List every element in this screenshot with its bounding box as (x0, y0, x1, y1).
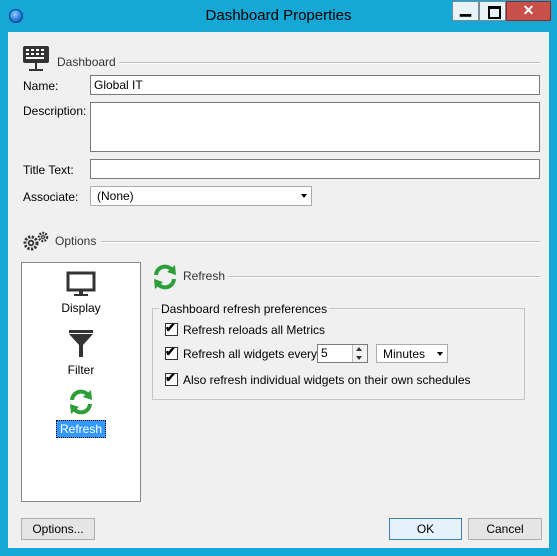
nav-item-display[interactable]: Display (22, 271, 140, 316)
dashboard-divider (119, 62, 540, 64)
stepper-up-icon[interactable] (356, 347, 362, 351)
cancel-button[interactable]: Cancel (468, 518, 542, 540)
minimize-button[interactable]: ▁ (452, 0, 479, 21)
dashboard-section-header: Dashboard (57, 55, 116, 69)
nav-item-refresh[interactable]: Refresh (22, 387, 140, 438)
options-section-header: Options (55, 234, 97, 248)
associate-label: Associate: (23, 190, 79, 204)
options-gears-icon (23, 231, 49, 251)
interval-unit-dropdown[interactable]: Minutes (376, 344, 448, 363)
refresh-panel-header: Refresh (183, 269, 226, 283)
nav-display-label: Display (61, 301, 101, 315)
checkmark-icon: ✔ (165, 344, 176, 359)
interval-stepper[interactable]: 5 (317, 344, 368, 363)
refresh-icon (70, 389, 92, 415)
nav-refresh-label: Refresh (55, 420, 107, 438)
checkmark-icon: ✔ (165, 320, 176, 335)
individual-schedules-checkbox[interactable]: ✔ (165, 370, 178, 386)
title-text-label: Title Text: (23, 163, 74, 177)
name-label: Name: (23, 79, 59, 93)
stepper-buttons[interactable] (352, 345, 367, 362)
reload-metrics-label[interactable]: Refresh reloads all Metrics (183, 323, 325, 337)
reload-metrics-checkbox[interactable]: ✔ (165, 320, 178, 336)
associate-dropdown[interactable]: (None) (90, 186, 312, 206)
nav-filter-label: Filter (67, 363, 95, 377)
individual-schedules-label[interactable]: Also refresh individual widgets on their… (183, 373, 471, 387)
maximize-icon (488, 6, 501, 19)
dialog-client-area: Dashboard Name: Global IT Description: T… (8, 32, 549, 548)
options-divider (101, 241, 540, 243)
refresh-every-label[interactable]: Refresh all widgets every: (183, 347, 320, 361)
interval-unit-value: Minutes (383, 347, 426, 361)
description-label: Description: (23, 104, 87, 118)
refresh-header-icon (154, 264, 176, 290)
chevron-down-icon (437, 352, 443, 356)
nav-item-filter[interactable]: Filter (22, 329, 140, 378)
name-field[interactable]: Global IT (90, 75, 540, 95)
description-field[interactable] (90, 102, 540, 152)
refresh-every-checkbox[interactable]: ✔ (165, 344, 178, 360)
stepper-down-icon[interactable] (356, 356, 362, 360)
funnel-icon (69, 330, 93, 357)
close-button[interactable]: ✕ (506, 1, 551, 21)
refresh-divider (228, 276, 540, 278)
refresh-preferences-legend: Dashboard refresh preferences (159, 302, 330, 316)
close-icon: ✕ (522, 2, 535, 18)
checkmark-icon: ✔ (165, 370, 176, 385)
dialog-window: Dashboard Properties ▁ ✕ Dashboard Name:… (0, 0, 557, 556)
title-text-field[interactable] (90, 159, 540, 179)
options-nav-list: Display Filter Refresh (21, 262, 141, 502)
monitor-icon (66, 271, 96, 296)
ok-button[interactable]: OK (389, 518, 462, 540)
minimize-icon: ▁ (460, 0, 471, 16)
title-bar[interactable]: Dashboard Properties ▁ ✕ (1, 0, 556, 31)
associate-value: (None) (97, 189, 134, 203)
dashboard-keyboard-icon (23, 46, 49, 71)
maximize-button[interactable] (479, 1, 506, 21)
options-button[interactable]: Options... (21, 518, 95, 540)
chevron-down-icon (301, 194, 307, 198)
interval-value: 5 (321, 346, 328, 360)
